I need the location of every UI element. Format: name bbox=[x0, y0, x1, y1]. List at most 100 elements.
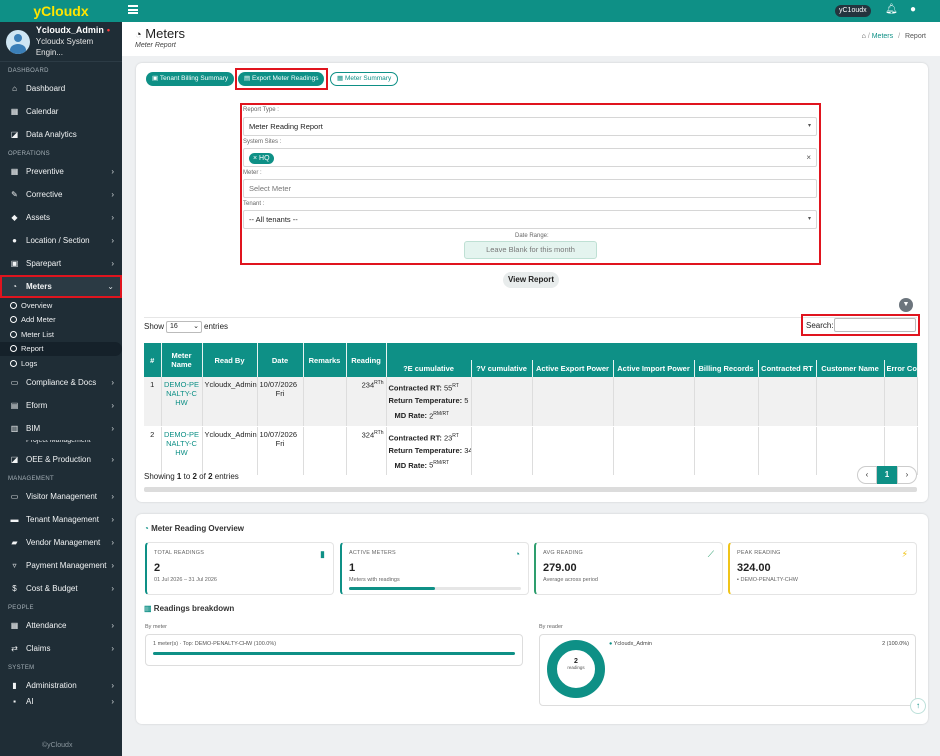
chevron-right-icon: › bbox=[111, 491, 114, 501]
col-header-error-code[interactable]: Error Co bbox=[884, 360, 918, 377]
horizontal-scrollbar[interactable] bbox=[144, 487, 917, 492]
filter-icon[interactable]: ▼ bbox=[899, 298, 913, 312]
sidebar-item-cost-budget[interactable]: $ Cost & Budget › bbox=[0, 577, 122, 600]
sidebar-item-meters[interactable]: ◔ Meters ⌄ bbox=[0, 275, 122, 298]
system-sites-select[interactable]: × HQ × bbox=[243, 148, 817, 167]
tenant-select[interactable]: -- All tenants -- ▾ bbox=[243, 210, 817, 229]
view-report-button[interactable]: View Report bbox=[503, 272, 559, 288]
sidebar-item-administration[interactable]: ▮ Administration › bbox=[0, 674, 122, 697]
col-header-contracted-rt[interactable]: Contracted RT bbox=[758, 360, 817, 377]
cell-read-by: Ycloudx_Admin bbox=[202, 377, 258, 427]
detail-label: Return Temperature: bbox=[388, 396, 463, 405]
site-chip-hq[interactable]: × HQ bbox=[249, 153, 274, 164]
by-meter-box: 1 meter(s) · Top: DEMO-PENALTY-CHW (100.… bbox=[145, 634, 523, 666]
breadcrumb-meters[interactable]: Meters bbox=[872, 33, 893, 40]
detail-label: MD Rate: bbox=[394, 460, 428, 470]
col-header-active-import-power[interactable]: Active Import Power bbox=[613, 360, 695, 377]
cell-index: 2 bbox=[144, 426, 162, 476]
day-value: Fri bbox=[275, 389, 285, 398]
col-header-customer-name[interactable]: Customer Name bbox=[816, 360, 885, 377]
sidebar-item-label: Payment Management bbox=[26, 560, 107, 570]
detail-value: 5 bbox=[464, 396, 469, 405]
sidebar-item-attendance[interactable]: ▦ Attendance › bbox=[0, 614, 122, 637]
date-range-input[interactable]: Leave Blank for this month bbox=[464, 241, 597, 259]
user-profile[interactable]: Ycloudx_Admin • Ycloudx System Engin... bbox=[0, 22, 122, 62]
section-system: SYSTEM bbox=[8, 664, 35, 671]
col-header-index[interactable]: # bbox=[144, 343, 162, 377]
search-label: Search: bbox=[806, 321, 834, 330]
scroll-to-top-button[interactable]: ↑ bbox=[910, 698, 926, 714]
submenu-meter-list[interactable]: Meter List bbox=[0, 327, 122, 342]
user-menu-icon[interactable]: ● bbox=[910, 4, 916, 15]
sidebar-item-preventive[interactable]: ▦ Preventive › bbox=[0, 160, 122, 183]
sidebar-item-location[interactable]: ● Location / Section › bbox=[0, 229, 122, 252]
sidebar-item-dashboard[interactable]: ⌂ Dashboard bbox=[0, 77, 122, 100]
sidebar-item-eform[interactable]: ▤ Eform › bbox=[0, 394, 122, 417]
brand-logo[interactable]: yCloudx bbox=[0, 0, 122, 22]
cell-empty bbox=[758, 377, 817, 427]
page-button-1[interactable]: 1 bbox=[877, 466, 897, 484]
cell-meter-name[interactable]: DEMO-PENALTY-CHW bbox=[161, 377, 203, 427]
cell-meter-name[interactable]: DEMO-PENALTY-CHW bbox=[161, 426, 203, 476]
clear-icon[interactable]: × bbox=[806, 149, 811, 166]
home-icon[interactable]: ⌂ bbox=[862, 33, 866, 40]
reading-value: 234 bbox=[361, 380, 375, 390]
sidebar-item-calendar[interactable]: ▦ Calendar bbox=[0, 100, 122, 123]
col-header-remarks[interactable]: Remarks bbox=[303, 343, 347, 377]
sidebar-item-claims[interactable]: ⇄ Claims › bbox=[0, 637, 122, 660]
sidebar-item-data-analytics[interactable]: ◪ Data Analytics bbox=[0, 123, 122, 146]
book-icon: ▮ bbox=[320, 549, 325, 559]
sidebar-item-payment[interactable]: ▿ Payment Management › bbox=[0, 554, 122, 577]
col-header-read-by[interactable]: Read By bbox=[202, 343, 258, 377]
submenu-add-meter[interactable]: Add Meter bbox=[0, 313, 122, 328]
top-navbar: yC1oudx 🔔︎ ● bbox=[122, 0, 940, 22]
cell-empty bbox=[532, 377, 614, 427]
sidebar-item-assets[interactable]: ◆ Assets › bbox=[0, 206, 122, 229]
chevron-right-icon: › bbox=[111, 423, 114, 433]
reading-value: 324 bbox=[361, 430, 375, 439]
donut-value: 2 bbox=[574, 658, 578, 665]
chevron-right-icon: › bbox=[111, 400, 114, 410]
detail-value: 34 bbox=[464, 445, 470, 455]
user-shield-icon: ▮ bbox=[12, 680, 17, 690]
meter-link[interactable]: DEMO-PENALTY-CHW bbox=[164, 380, 199, 407]
meter-select[interactable]: Select Meter bbox=[243, 179, 817, 198]
section-management: MANAGEMENT bbox=[8, 475, 55, 482]
submenu-logs[interactable]: Logs bbox=[0, 356, 122, 371]
exchange-icon: ⇄ bbox=[11, 643, 18, 653]
chevron-right-icon: › bbox=[111, 643, 114, 653]
by-meter-text: 1 meter(s) · Top: DEMO-PENALTY-CHW (100.… bbox=[153, 641, 277, 647]
col-header-v-cumulative[interactable]: ?V cumulative bbox=[471, 360, 533, 377]
sidebar-item-bim[interactable]: ▥ BIM › bbox=[0, 417, 122, 440]
col-header-meter-name[interactable]: Meter Name bbox=[161, 343, 203, 377]
next-page-button[interactable]: › bbox=[897, 466, 917, 484]
sidebar-item-ai[interactable]: ▪ AI › bbox=[0, 697, 122, 707]
sidebar-item-compliance[interactable]: ▭ Compliance & Docs › bbox=[0, 371, 122, 394]
page-length-select[interactable]: 16 ⌄ bbox=[166, 321, 203, 333]
tab-tenant-billing-summary[interactable]: ▣ Tenant Billing Summary bbox=[146, 72, 235, 86]
prev-page-button[interactable]: ‹ bbox=[857, 466, 877, 484]
sidebar-item-sparepart[interactable]: ▣ Sparepart › bbox=[0, 252, 122, 275]
col-header-active-export-power[interactable]: Active Export Power bbox=[532, 360, 614, 377]
col-header-date[interactable]: Date bbox=[257, 343, 304, 377]
chevron-right-icon: › bbox=[111, 560, 114, 570]
date-value: 10/07/2026 bbox=[259, 429, 298, 439]
meter-link[interactable]: DEMO-PENALTY-CHW bbox=[164, 430, 199, 457]
col-header-e-cumulative[interactable]: ?E cumulative bbox=[386, 360, 472, 377]
tenant-switcher[interactable]: yC1oudx bbox=[835, 5, 871, 17]
sidebar-item-oee[interactable]: ◪ OEE & Production › bbox=[0, 448, 122, 471]
submenu-report[interactable]: Report bbox=[0, 341, 122, 356]
col-header-billing-records[interactable]: Billing Records bbox=[694, 360, 759, 377]
search-input[interactable] bbox=[834, 318, 916, 332]
submenu-overview[interactable]: Overview bbox=[0, 298, 122, 313]
sidebar-item-vendor[interactable]: ▰ Vendor Management › bbox=[0, 531, 122, 554]
hamburger-menu-icon[interactable] bbox=[128, 5, 138, 14]
tab-meter-summary[interactable]: ▦ Meter Summary bbox=[330, 72, 399, 86]
col-header-reading[interactable]: Reading bbox=[346, 343, 387, 377]
sidebar-item-corrective[interactable]: ✎ Corrective › bbox=[0, 183, 122, 206]
report-type-select[interactable]: Meter Reading Report ▾ bbox=[243, 117, 817, 136]
bell-icon[interactable]: 🔔︎ bbox=[885, 4, 898, 15]
sidebar-item-visitor[interactable]: ▭ Visitor Management › bbox=[0, 485, 122, 508]
sidebar-item-tenant[interactable]: ▬ Tenant Management › bbox=[0, 508, 122, 531]
status-dot-icon: • bbox=[106, 25, 111, 35]
